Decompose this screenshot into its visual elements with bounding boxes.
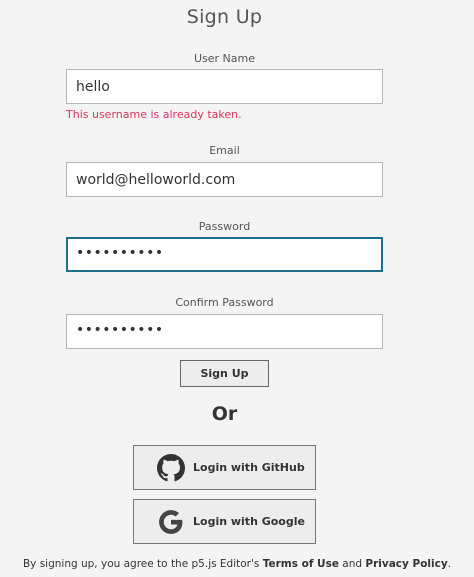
google-icon <box>156 507 186 537</box>
username-value: hello <box>76 78 110 95</box>
or-divider: Or <box>211 403 238 425</box>
username-label: User Name <box>193 52 256 65</box>
email-input[interactable]: world@helloworld.com <box>66 162 383 197</box>
footer-conjunction: and <box>338 558 366 570</box>
privacy-policy-link[interactable]: Privacy Policy <box>365 558 447 570</box>
username-error: This username is already taken. <box>66 108 242 121</box>
confirm-password-label: Confirm Password <box>175 296 274 309</box>
sign-up-button-label: Sign Up <box>200 367 249 380</box>
footer-prefix: By signing up, you agree to the p5.js Ed… <box>22 558 263 570</box>
login-github-label: Login with GitHub <box>193 461 305 474</box>
signup-title: Sign Up <box>186 6 263 28</box>
login-google-button[interactable]: Login with Google <box>133 499 316 544</box>
footer-suffix: . <box>447 558 452 570</box>
login-github-button[interactable]: Login with GitHub <box>133 445 316 490</box>
username-input[interactable]: hello <box>66 69 383 104</box>
password-masked-value: •••••••••• <box>76 244 164 261</box>
confirm-password-masked-value: •••••••••• <box>76 321 164 338</box>
terms-of-use-link[interactable]: Terms of Use <box>263 558 339 570</box>
password-input[interactable]: •••••••••• <box>66 237 383 272</box>
confirm-password-input[interactable]: •••••••••• <box>66 314 383 349</box>
sign-up-button[interactable]: Sign Up <box>180 360 269 387</box>
email-value: world@helloworld.com <box>76 171 236 188</box>
terms-footer: By signing up, you agree to the p5.js Ed… <box>0 558 474 570</box>
password-label: Password <box>198 220 251 233</box>
github-icon <box>156 453 186 483</box>
email-label: Email <box>209 144 240 157</box>
login-google-label: Login with Google <box>193 515 305 528</box>
